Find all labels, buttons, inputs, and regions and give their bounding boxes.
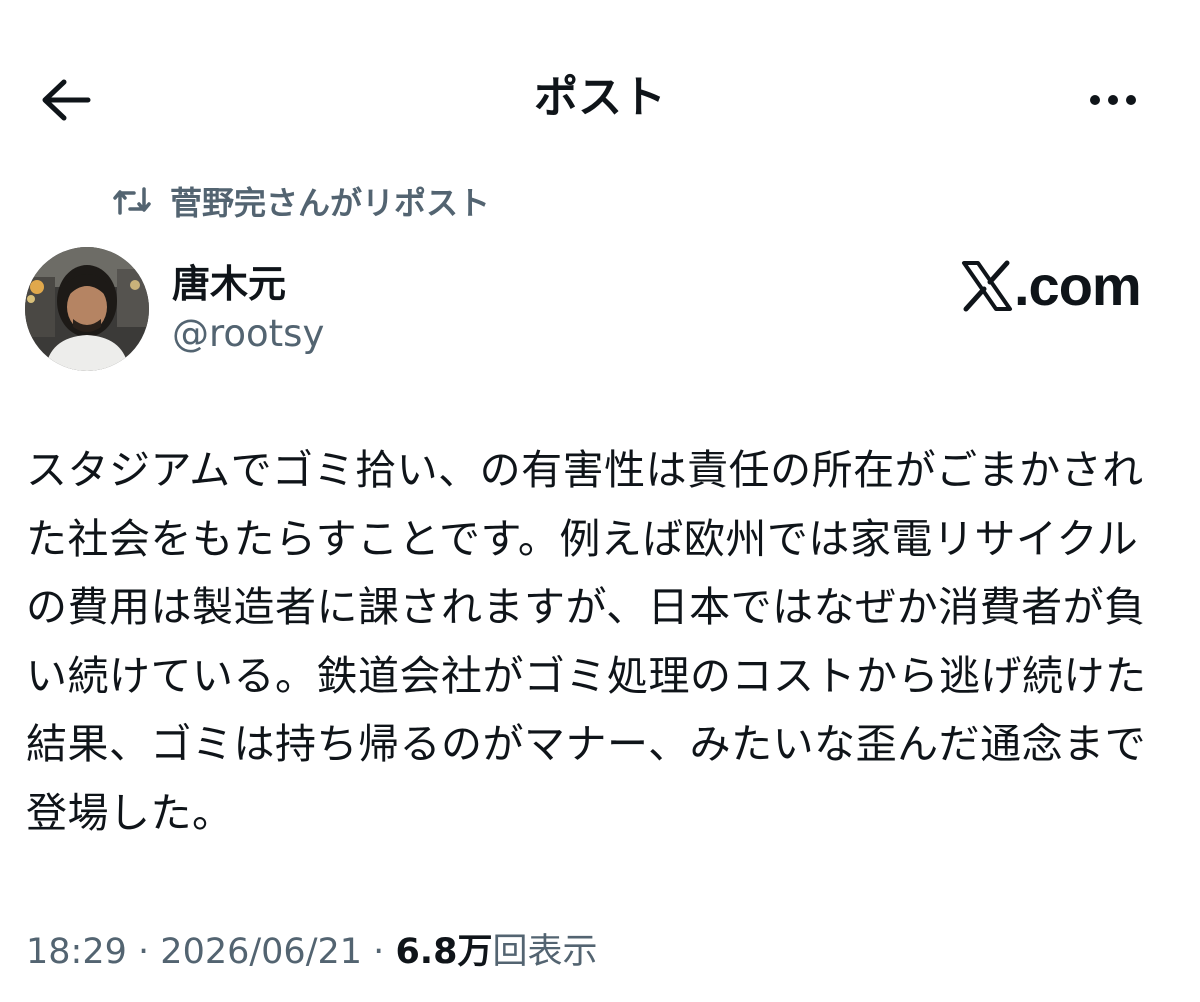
post-date[interactable]: 2026/06/21 [160, 932, 362, 972]
avatar[interactable] [25, 247, 149, 371]
more-options-button[interactable] [1078, 72, 1148, 128]
meta-separator: · [138, 932, 150, 972]
top-bar: ポスト [0, 0, 1200, 200]
avatar-photo [25, 247, 149, 371]
repost-label: 菅野完さんがリポスト [170, 184, 491, 222]
post-time[interactable]: 18:29 [26, 932, 127, 972]
repost-icon [112, 186, 152, 216]
repost-indicator[interactable]: 菅野完さんがリポスト [112, 178, 490, 224]
author-name[interactable]: 唐木元 [172, 259, 286, 309]
page-title: ポスト [534, 72, 666, 123]
watermark-text: .com [1014, 254, 1142, 317]
watermark: .com [960, 254, 1142, 318]
post-meta: 18:29 · 2026/06/21 · 6.8万回表示 [26, 928, 597, 976]
views-count[interactable]: 6.8万 [395, 932, 492, 972]
back-button[interactable] [36, 72, 96, 128]
views-label: 回表示 [492, 932, 598, 972]
author-handle[interactable]: @rootsy [172, 309, 324, 359]
more-horizontal-icon [1086, 95, 1140, 105]
post-body: スタジアムでゴミ拾い、の有害性は責任の所在がごまかされた社会をもたらすことです。… [26, 446, 1147, 837]
x-logo-icon [962, 260, 1012, 312]
arrow-left-icon [42, 79, 91, 121]
meta-separator: · [373, 932, 385, 972]
